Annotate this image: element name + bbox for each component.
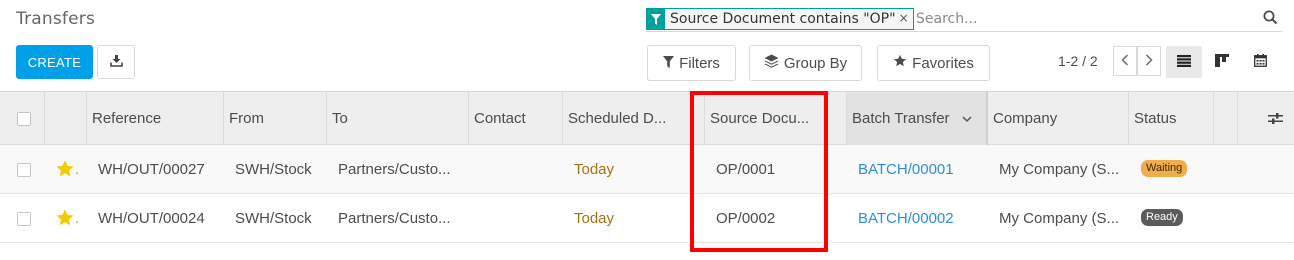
download-icon [109,54,123,70]
pager-value[interactable]: 1-2 / 2 [1058,53,1098,69]
column-batch-transfer[interactable]: Batch Transfer [847,92,988,145]
table-body: . WH/OUT/00027 SWH/Stock Partners/Custo.… [0,145,1294,243]
search-input[interactable] [916,8,1246,30]
cell-scheduled-date: Today [574,210,615,227]
cell-batch-transfer[interactable]: BATCH/00001 [858,145,954,194]
pager-previous-button[interactable] [1113,46,1137,76]
pager-next-button[interactable] [1137,46,1161,76]
star-icon [893,54,907,72]
cell-source-document: OP/0002 [716,210,776,227]
search-icon[interactable] [1263,10,1278,29]
group-by-button[interactable]: Group By [749,45,862,81]
sort-descending-icon [962,92,972,145]
favorite-column-header [45,92,87,145]
table-row[interactable]: . WH/OUT/00024 SWH/Stock Partners/Custo.… [0,194,1294,243]
column-status[interactable]: Status [1129,92,1214,145]
create-button[interactable]: CREATE [16,45,93,79]
list-view-button[interactable] [1166,46,1202,78]
table-row[interactable]: . WH/OUT/00027 SWH/Stock Partners/Custo.… [0,145,1294,194]
status-badge: Ready [1141,209,1183,226]
batch-transfer-label: Batch Transfer [852,110,950,127]
filter-icon [647,9,665,29]
cell-batch-transfer[interactable]: BATCH/00002 [858,194,954,243]
search-bar: Source Document contains "OP" × [646,6,1282,32]
page-title: Transfers [16,9,96,29]
favorites-label: Favorites [912,54,974,72]
filters-label: Filters [679,54,720,72]
column-to[interactable]: To [327,92,469,145]
kanban-view-button[interactable] [1204,46,1240,78]
cell-company: My Company (S... [999,161,1120,178]
facet-label: Source Document contains "OP" [670,11,896,27]
cell-company: My Company (S... [999,210,1120,227]
chevron-left-icon [1121,53,1129,69]
column-contact[interactable]: Contact [469,92,563,145]
column-scheduled-date[interactable]: Scheduled D... [563,92,705,145]
cell-scheduled-date: Today [574,161,615,178]
column-reference[interactable]: Reference [87,92,224,145]
group-by-label: Group By [783,54,848,72]
cell-source-document: OP/0001 [716,161,776,178]
cell-reference: WH/OUT/00027 [98,161,205,178]
layers-icon [764,54,779,72]
search-facet[interactable]: Source Document contains "OP" × [646,8,914,30]
facet-remove-icon[interactable]: × [899,9,913,29]
calendar-view-button[interactable] [1242,46,1278,78]
column-source-document[interactable]: Source Docu... [705,92,847,145]
favorite-star-icon[interactable] [55,209,75,231]
row-checkbox[interactable] [17,163,31,177]
column-company[interactable]: Company [988,92,1129,145]
filter-icon [663,55,675,72]
kanban-icon [1215,54,1229,70]
column-filler [1214,92,1238,145]
status-badge: Waiting [1141,160,1188,177]
sliders-icon [1268,112,1283,125]
star-ellipsis: . [75,161,80,178]
row-checkbox[interactable] [17,212,31,226]
cell-from: SWH/Stock [235,210,312,227]
select-all-checkbox[interactable] [17,112,31,126]
list-icon [1177,54,1191,70]
column-from[interactable]: From [224,92,327,145]
chevron-right-icon [1145,53,1153,69]
cell-from: SWH/Stock [235,161,312,178]
table-header: Reference From To Contact Scheduled D...… [0,92,1294,145]
select-all-cell [0,92,45,145]
favorite-star-icon[interactable] [55,160,75,182]
cell-to: Partners/Custo... [338,161,451,178]
calendar-icon [1253,54,1267,70]
star-ellipsis: . [75,210,80,227]
filters-button[interactable]: Filters [647,45,736,81]
favorites-button[interactable]: Favorites [877,45,990,81]
download-button[interactable] [97,45,135,79]
cell-to: Partners/Custo... [338,210,451,227]
cell-reference: WH/OUT/00024 [98,210,205,227]
optional-columns-toggle[interactable] [1238,92,1294,145]
transfers-table: Reference From To Contact Scheduled D...… [0,91,1294,243]
